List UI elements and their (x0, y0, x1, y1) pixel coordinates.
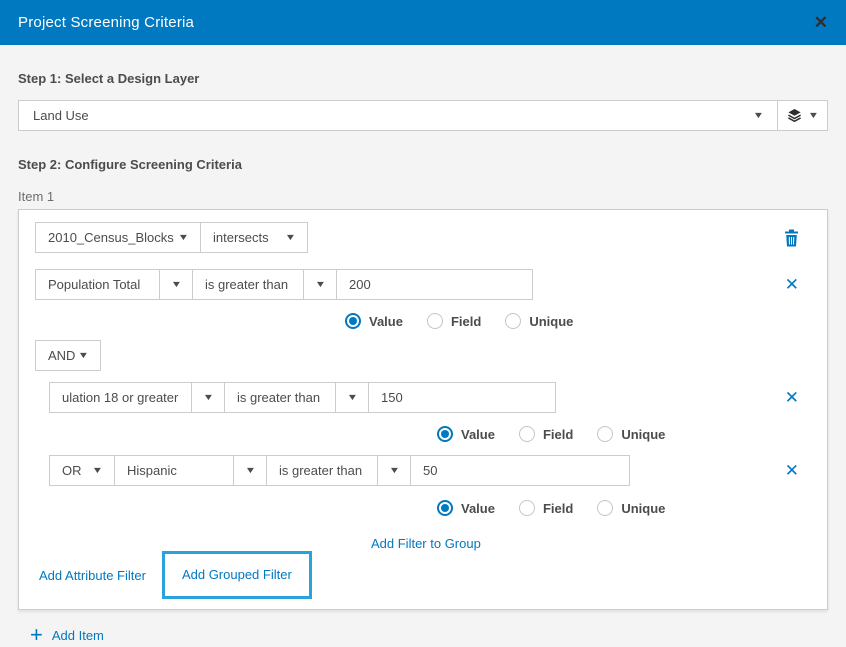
filter2-operator-value: is greater than (237, 390, 320, 405)
layer-type-button[interactable]: ▼ (777, 100, 828, 131)
filter2-field-arrow[interactable]: ▼ (191, 382, 225, 413)
chevron-down-icon: ▼ (346, 393, 358, 402)
close-icon: ✕ (785, 389, 799, 406)
filter3-mode-radios: Value Field Unique (437, 500, 811, 516)
layers-icon (787, 108, 802, 123)
filter1-operator-arrow[interactable]: ▼ (303, 269, 337, 300)
filter2-operator-select[interactable]: is greater than (224, 382, 336, 413)
filter2-field-select[interactable]: ulation 18 or greater (49, 382, 192, 413)
radio-unselected-icon (597, 500, 613, 516)
filter-actions-row: Add Attribute Filter Add Grouped Filter (39, 551, 811, 599)
radio-field[interactable]: Field (519, 426, 573, 442)
radio-unique[interactable]: Unique (597, 426, 665, 442)
close-icon: ✕ (785, 276, 799, 293)
filter3-operator-select[interactable]: is greater than (266, 455, 378, 486)
design-layer-select[interactable]: Land Use ▼ (18, 100, 778, 131)
relationship-value: intersects (213, 230, 269, 245)
remove-filter1-button[interactable]: ✕ (785, 276, 799, 293)
add-grouped-filter-highlight: Add Grouped Filter (162, 551, 312, 599)
radio-unselected-icon (519, 500, 535, 516)
radio-unselected-icon (597, 426, 613, 442)
plus-icon: + (30, 627, 43, 643)
filter-row: Population Total ▼ is greater than ▼ ✕ (35, 269, 811, 300)
filter1-operator-value: is greater than (205, 277, 288, 292)
add-grouped-filter-link[interactable]: Add Grouped Filter (182, 567, 292, 582)
design-layer-value: Land Use (33, 108, 89, 123)
layer-relationship-row: 2010_Census_Blocks ▼ intersects ▼ (35, 222, 811, 253)
chevron-down-icon: ▼ (285, 233, 297, 242)
filter1-field-arrow[interactable]: ▼ (159, 269, 193, 300)
add-filter-to-group-link[interactable]: Add Filter to Group (371, 536, 481, 551)
logic-and-select[interactable]: AND ▼ (35, 340, 101, 371)
add-item-label: Add Item (52, 628, 104, 643)
filter2-operator-arrow[interactable]: ▼ (335, 382, 369, 413)
item-layer-select[interactable]: 2010_Census_Blocks ▼ (35, 222, 201, 253)
remove-filter2-button[interactable]: ✕ (785, 389, 799, 406)
radio-unselected-icon (427, 313, 443, 329)
remove-filter3-button[interactable]: ✕ (785, 462, 799, 479)
logic-row: AND ▼ (35, 340, 811, 371)
logic-and-value: AND (48, 348, 75, 363)
dialog-header: Project Screening Criteria ✕ (0, 0, 846, 45)
filter2-mode-radios: Value Field Unique (437, 426, 811, 442)
filter3-operator-value: is greater than (279, 463, 362, 478)
chevron-down-icon: ▼ (170, 280, 182, 289)
step2-label: Step 2: Configure Screening Criteria (18, 157, 828, 172)
trash-icon (784, 229, 799, 247)
filter1-value-input[interactable] (337, 270, 532, 299)
close-icon[interactable]: ✕ (814, 14, 828, 31)
filter3-value-input[interactable] (411, 456, 629, 485)
radio-value[interactable]: Value (437, 500, 495, 516)
logic-or-select[interactable]: OR ▼ (49, 455, 115, 486)
filter1-operator-select[interactable]: is greater than (192, 269, 304, 300)
filter1-mode-radios: Value Field Unique (345, 313, 811, 329)
radio-field[interactable]: Field (427, 313, 481, 329)
radio-selected-icon (437, 500, 453, 516)
chevron-down-icon: ▼ (202, 393, 214, 402)
chevron-down-icon: ▼ (178, 233, 190, 242)
radio-value[interactable]: Value (437, 426, 495, 442)
delete-item-button[interactable] (784, 229, 799, 247)
design-layer-row: Land Use ▼ ▼ (18, 100, 828, 131)
radio-unique[interactable]: Unique (505, 313, 573, 329)
filter-row: ulation 18 or greater ▼ is greater than … (49, 382, 811, 413)
filter2-value-input[interactable] (369, 383, 555, 412)
chevron-down-icon: ▼ (753, 111, 765, 120)
filter-row: OR ▼ Hispanic ▼ is greater than ▼ (49, 455, 811, 486)
close-icon: ✕ (785, 462, 799, 479)
filter2-field-value: ulation 18 or greater (62, 390, 178, 405)
step1-label: Step 1: Select a Design Layer (18, 71, 828, 86)
filter3-operator-arrow[interactable]: ▼ (377, 455, 411, 486)
radio-unique[interactable]: Unique (597, 500, 665, 516)
chevron-down-icon: ▼ (808, 111, 820, 120)
filter1-field-value: Population Total (48, 277, 140, 292)
add-item-button[interactable]: + Add Item (30, 627, 828, 643)
dialog-title: Project Screening Criteria (18, 14, 194, 31)
filter3-field-select[interactable]: Hispanic (114, 455, 234, 486)
relationship-select[interactable]: intersects ▼ (200, 222, 308, 253)
radio-field[interactable]: Field (519, 500, 573, 516)
item-panel: 2010_Census_Blocks ▼ intersects ▼ (18, 209, 828, 610)
filter3-field-arrow[interactable]: ▼ (233, 455, 267, 486)
chevron-down-icon: ▼ (314, 280, 326, 289)
chevron-down-icon: ▼ (244, 466, 256, 475)
radio-selected-icon (437, 426, 453, 442)
item-label: Item 1 (18, 189, 828, 204)
chevron-down-icon: ▼ (92, 466, 104, 475)
item-layer-value: 2010_Census_Blocks (48, 230, 174, 245)
filter1-field-select[interactable]: Population Total (35, 269, 160, 300)
radio-unselected-icon (505, 313, 521, 329)
radio-selected-icon (345, 313, 361, 329)
radio-unselected-icon (519, 426, 535, 442)
chevron-down-icon: ▼ (78, 351, 90, 360)
logic-or-value: OR (62, 463, 82, 478)
add-attribute-filter-link[interactable]: Add Attribute Filter (39, 568, 146, 583)
radio-value[interactable]: Value (345, 313, 403, 329)
chevron-down-icon: ▼ (388, 466, 400, 475)
filter3-field-value: Hispanic (127, 463, 177, 478)
